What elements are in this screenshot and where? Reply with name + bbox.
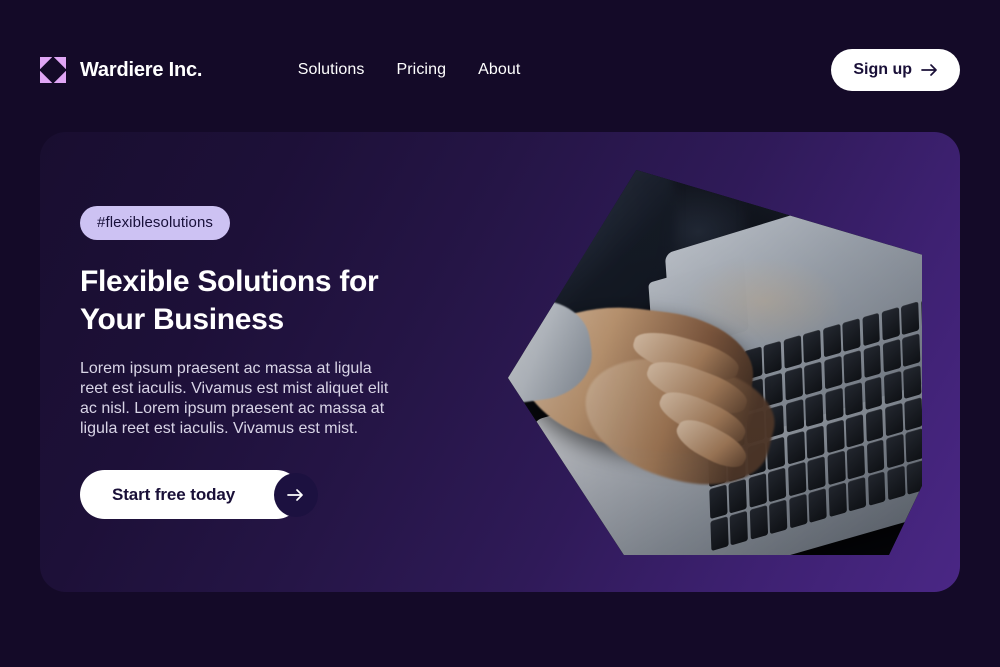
page-title: Flexible Solutions for Your Business [80,263,380,339]
photo-scene [508,170,922,555]
hashtag-badge: #flexiblesolutions [80,206,231,240]
hero-description: Lorem ipsum praesent ac massa at ligula … [80,360,389,438]
nav-link-about[interactable]: About [478,61,520,79]
cta-label: Start free today [112,484,236,504]
hands-typing-on-laptop-photo [508,170,922,555]
brand-name: Wardiere Inc. [80,58,203,81]
hero-card: #flexiblesolutions Flexible Solutions fo… [40,132,960,592]
nav-link-pricing[interactable]: Pricing [396,61,446,79]
page-title-line-1: Flexible Solutions for [80,265,379,298]
hero-copy: #flexiblesolutions Flexible Solutions fo… [80,206,440,520]
top-navbar: Wardiere Inc. Solutions Pricing About Si… [0,0,1000,140]
nav-link-solutions[interactable]: Solutions [298,61,365,79]
page-title-line-2: Your Business [80,303,284,337]
nav-links: Solutions Pricing About [298,61,521,79]
sign-up-label: Sign up [853,61,912,78]
cta-wrapper: Start free today [80,470,319,520]
brand-logo[interactable]: Wardiere Inc. [40,57,202,83]
start-free-today-button[interactable]: Start free today [80,470,302,520]
arrow-right-icon [921,63,938,77]
sign-up-button[interactable]: Sign up [831,49,960,91]
triangle-grid-logo-icon [40,57,66,83]
landing-page: Wardiere Inc. Solutions Pricing About Si… [0,0,1000,667]
